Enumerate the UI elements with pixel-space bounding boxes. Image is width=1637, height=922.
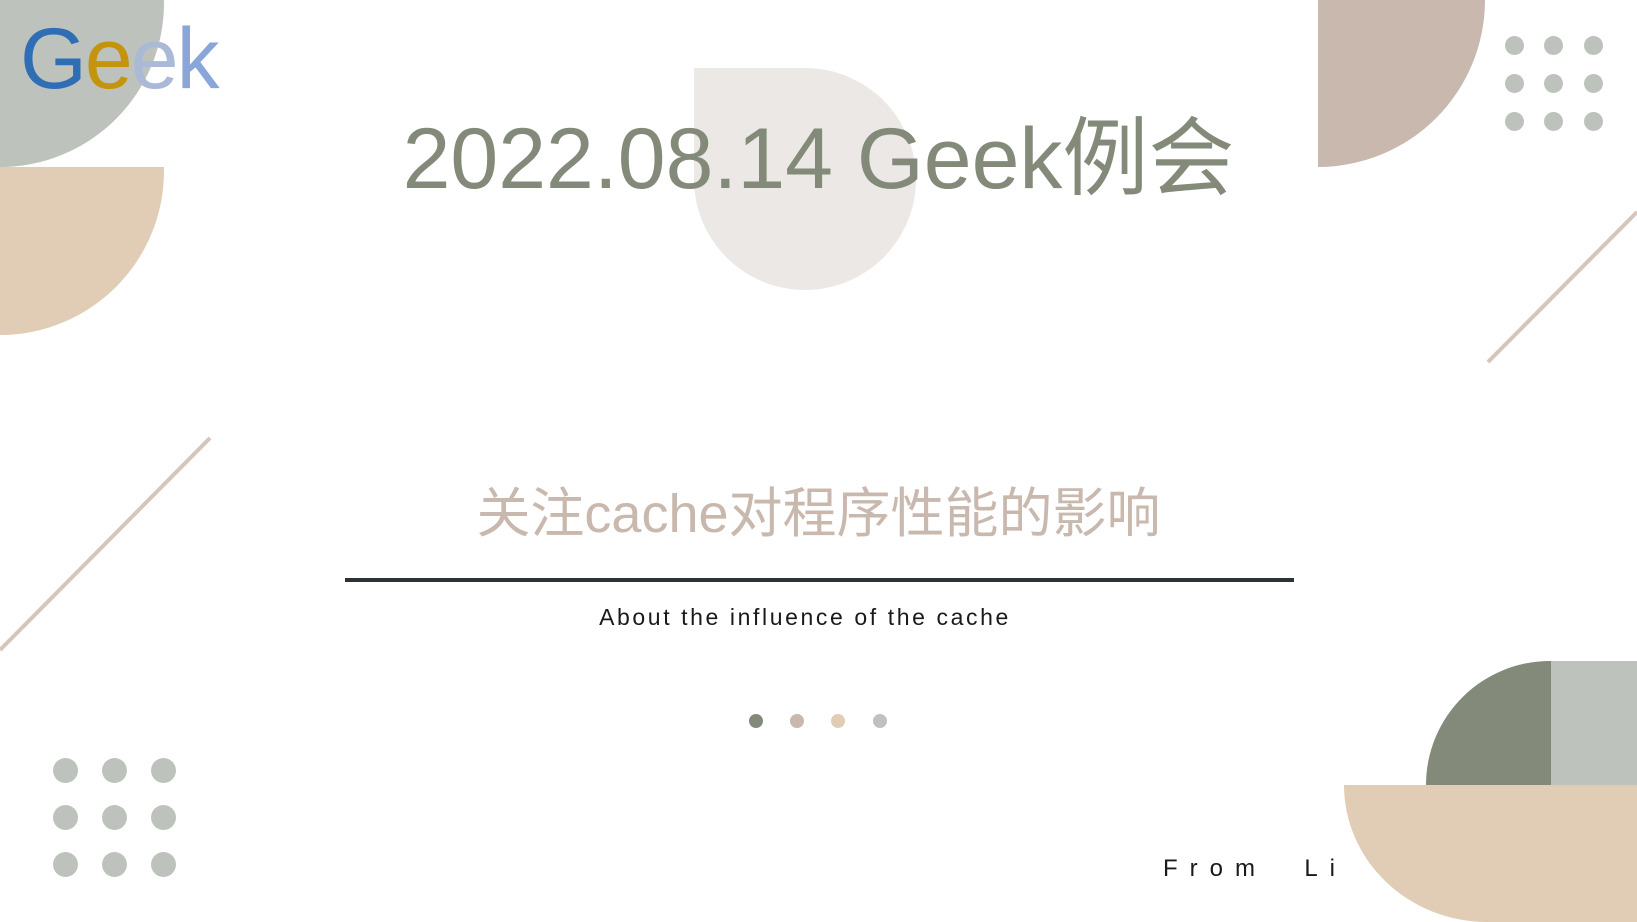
decor-bottom-right-grey [1551, 661, 1637, 785]
decor-bottom-right-tan [1344, 785, 1637, 922]
geek-logo: Geek [20, 11, 220, 107]
logo-letter: k [176, 11, 220, 107]
divider-line [345, 578, 1294, 582]
slide-pager [749, 714, 897, 730]
pager-dot[interactable] [790, 714, 804, 728]
decor-bottom-right-green [1426, 661, 1551, 785]
author-credit: From Li [1163, 855, 1348, 882]
slide-title: 2022.08.14 Geek例会 [402, 111, 1235, 207]
logo-letter: G [20, 11, 87, 107]
pager-dot[interactable] [831, 714, 845, 728]
slide-subtitle-english: About the influence of the cache [599, 604, 1011, 630]
slide-subtitle-chinese: 关注cache对程序性能的影响 [476, 484, 1161, 544]
logo-letter: e [84, 11, 133, 107]
pager-dot[interactable] [749, 714, 763, 728]
pager-dot[interactable] [873, 714, 887, 728]
decor-line-right [1486, 210, 1637, 364]
logo-letter: e [130, 11, 179, 107]
